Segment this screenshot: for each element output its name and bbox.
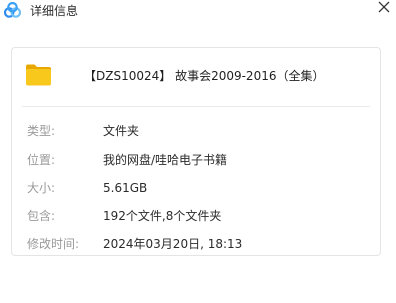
detail-row-contents: 包含: 192个文件,8个文件夹 [12,207,380,225]
baidu-netdisk-logo-icon [4,2,21,18]
contents-value: 192个文件,8个文件夹 [103,209,222,223]
size-value: 5.61GB [103,181,148,195]
title-bar: 详细信息 [0,0,396,22]
size-label: 大小: [27,181,56,195]
detail-row-location: 位置: 我的网盘/哇哈电子书籍 [12,151,380,169]
divider [22,106,370,107]
folder-icon [26,64,51,86]
modified-time-label: 修改时间: [27,237,80,251]
detail-row-size: 大小: 5.61GB [12,179,380,197]
modified-time-value: 2024年03月20日, 18:13 [103,237,243,251]
detail-row-type: 类型: 文件夹 [12,122,380,140]
close-icon[interactable] [376,0,392,16]
file-name: 【DZS10024】 故事会2009-2016（全集） [84,69,325,83]
contents-label: 包含: [27,209,56,223]
detail-row-modified: 修改时间: 2024年03月20日, 18:13 [12,235,380,253]
location-value: 我的网盘/哇哈电子书籍 [103,153,228,167]
type-label: 类型: [27,124,56,138]
window-title: 详细信息 [30,4,79,18]
file-header: 【DZS10024】 故事会2009-2016（全集） [12,48,380,106]
details-card: 【DZS10024】 故事会2009-2016（全集） 类型: 文件夹 位置: … [11,47,381,256]
location-label: 位置: [27,153,56,167]
type-value: 文件夹 [103,124,140,138]
details-window: 详细信息 【DZS10024】 故事会2009-2016（全集） 类型: 文件夹… [0,0,396,303]
